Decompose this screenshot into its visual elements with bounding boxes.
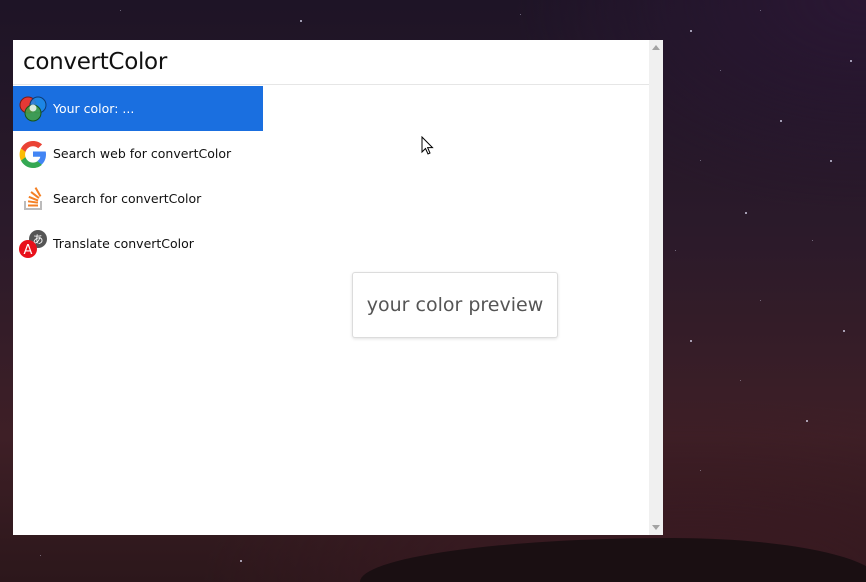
result-label: Translate convertColor [53,236,194,251]
scroll-down-arrow-icon[interactable] [649,521,663,535]
query-input[interactable]: convertColor [23,49,167,75]
result-item-your-color[interactable]: Your color: ... [13,86,263,131]
translate-icon: あ A [17,228,49,260]
mouse-cursor-icon [421,136,434,155]
result-label: Search web for convertColor [53,146,232,161]
query-bar[interactable]: convertColor [13,40,649,85]
result-item-search-stackoverflow[interactable]: Search for convertColor [13,176,263,221]
stackoverflow-icon [17,183,49,215]
result-label: Search for convertColor [53,191,202,206]
svg-text:A: A [24,243,33,258]
result-item-translate[interactable]: あ A Translate convertColor [13,221,263,266]
result-item-search-web[interactable]: Search web for convertColor [13,131,263,176]
google-icon [17,138,49,170]
preview-area: your color preview [263,86,649,535]
color-preview: your color preview [352,272,558,338]
color-circles-icon [17,93,49,125]
result-label: Your color: ... [53,101,135,116]
result-list: Your color: ... Search web for convertCo… [13,86,263,266]
scrollbar[interactable] [649,40,663,535]
scroll-up-arrow-icon[interactable] [649,40,663,54]
launcher-window: convertColor Your color: ... Search web … [13,40,663,535]
